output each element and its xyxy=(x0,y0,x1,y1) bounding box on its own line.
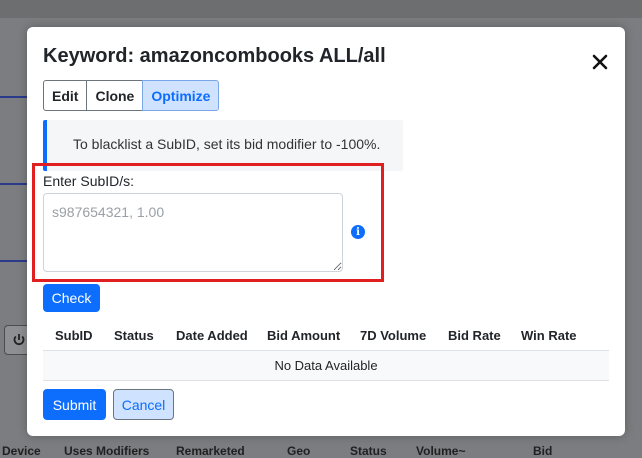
column-header-7d-volume: 7D Volume xyxy=(360,328,427,343)
close-button[interactable] xyxy=(589,51,611,73)
background-column-header: Volume~ xyxy=(416,444,466,458)
background-column-header: Uses Modifiers xyxy=(64,444,150,458)
tab-clone[interactable]: Clone xyxy=(86,80,144,111)
column-header-bid-amount: Bid Amount xyxy=(267,328,341,343)
keyword-modal: Keyword: amazoncombooks ALL/all Edit Clo… xyxy=(27,27,625,436)
power-icon xyxy=(13,334,25,346)
submit-button[interactable]: Submit xyxy=(43,389,106,420)
background-column-header: Geo xyxy=(287,444,311,458)
mode-tabs: Edit Clone Optimize xyxy=(43,80,220,111)
info-icon[interactable]: i xyxy=(351,225,365,239)
modal-title: Keyword: amazoncombooks ALL/all xyxy=(43,45,386,67)
background-column-header: Remarketed xyxy=(176,444,245,458)
background-divider xyxy=(0,96,27,98)
background-divider xyxy=(0,183,27,185)
table-header: SubID Status Date Added Bid Amount 7D Vo… xyxy=(43,322,609,351)
background-column-header: Device xyxy=(2,444,41,458)
tab-optimize[interactable]: Optimize xyxy=(142,80,220,111)
column-header-subid: SubID xyxy=(55,328,93,343)
background-divider xyxy=(0,260,27,262)
check-button[interactable]: Check xyxy=(43,284,100,312)
empty-table-message: No Data Available xyxy=(43,351,609,381)
tab-edit[interactable]: Edit xyxy=(43,80,88,111)
alert-text: To blacklist a SubID, set its bid modifi… xyxy=(73,136,381,152)
info-alert: To blacklist a SubID, set its bid modifi… xyxy=(43,120,403,171)
column-header-bid-rate: Bid Rate xyxy=(448,328,501,343)
column-header-date-added: Date Added xyxy=(176,328,248,343)
background-table-header: Device Uses Modifiers Remarketed Geo Sta… xyxy=(0,440,642,458)
subid-label: Enter SubID/s: xyxy=(43,173,135,189)
subid-input[interactable] xyxy=(43,193,343,272)
column-header-win-rate: Win Rate xyxy=(521,328,577,343)
background-column-header: Bid xyxy=(533,444,553,458)
subid-table: SubID Status Date Added Bid Amount 7D Vo… xyxy=(43,322,609,381)
background-column-header: Status xyxy=(350,444,387,458)
close-icon xyxy=(592,54,608,70)
column-header-status: Status xyxy=(114,328,154,343)
background-topbar xyxy=(0,0,642,18)
cancel-button[interactable]: Cancel xyxy=(113,389,174,420)
